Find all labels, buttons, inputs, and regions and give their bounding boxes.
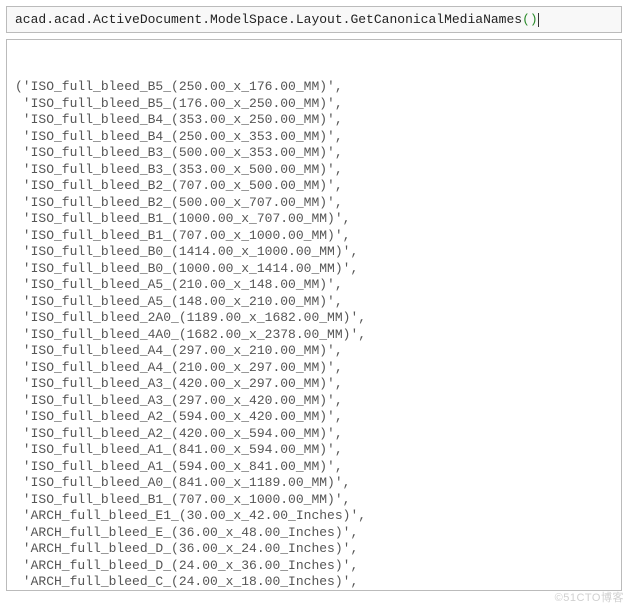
output-panel: ('ISO_full_bleed_B5_(250.00_x_176.00_MM)…: [6, 39, 622, 591]
text-cursor: [538, 13, 539, 27]
command-input[interactable]: acad.acad.ActiveDocument.ModelSpace.Layo…: [6, 6, 622, 33]
watermark-text: ©51CTO博客: [555, 589, 624, 605]
output-content: ('ISO_full_bleed_B5_(250.00_x_176.00_MM)…: [15, 79, 613, 591]
command-parens: (): [522, 12, 538, 27]
command-text: acad.acad.ActiveDocument.ModelSpace.Layo…: [15, 12, 522, 27]
